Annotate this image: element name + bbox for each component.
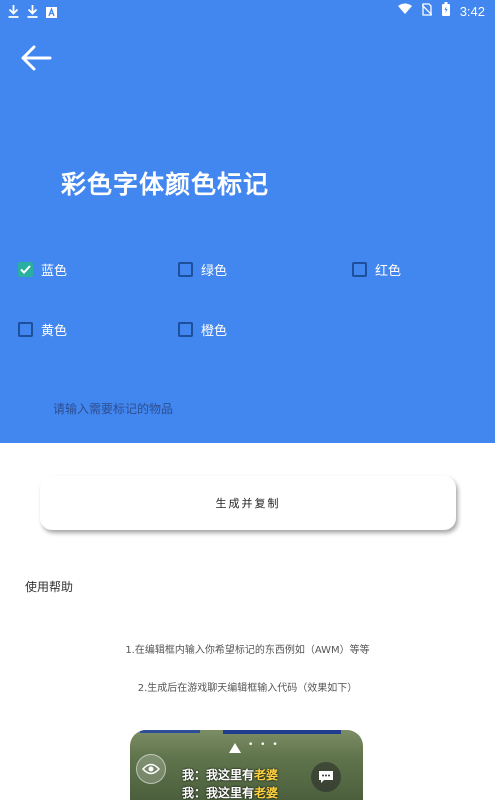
- checkbox-label: 红色: [375, 264, 402, 279]
- eye-icon: [136, 754, 166, 784]
- checkbox-blue[interactable]: 蓝色: [18, 260, 67, 279]
- arrow-left-icon: [21, 45, 52, 71]
- checkbox-unchecked-icon: [178, 262, 193, 277]
- hud-bar: [140, 730, 200, 733]
- checkbox-label: 橙色: [201, 324, 228, 339]
- help-line: 1.在编辑框内输入你希望标记的东西例如（AWM）等等: [125, 645, 370, 656]
- chat-line: 我：我这里有老婆: [182, 768, 279, 782]
- clock: 3:42: [459, 3, 485, 19]
- checkbox-label: 黄色: [41, 324, 68, 339]
- hud-bar: [223, 730, 341, 734]
- chat-bubble-icon: [311, 762, 341, 792]
- checkbox-unchecked-icon: [18, 322, 33, 337]
- download-icon: [27, 3, 38, 22]
- help-line: 2.生成后在游戏聊天编辑框输入代码（效果如下）: [137, 683, 358, 694]
- checkbox-orange[interactable]: 橙色: [178, 320, 227, 339]
- wifi-icon: [397, 3, 412, 19]
- help-title: 使用帮助: [25, 580, 74, 594]
- item-input[interactable]: [40, 394, 460, 424]
- page-title: 彩色字体颜色标记: [61, 170, 270, 199]
- example-game-image: • • • 我：我这里有老婆 我：我这里有老婆: [130, 730, 363, 800]
- download-icon: [8, 3, 19, 22]
- checkbox-label: 蓝色: [41, 264, 68, 279]
- battery-icon: [441, 2, 450, 20]
- checkbox-red[interactable]: 红色: [352, 260, 401, 279]
- chat-line: 我：我这里有老婆: [182, 786, 279, 800]
- checkbox-yellow[interactable]: 黄色: [18, 320, 67, 339]
- back-button[interactable]: [18, 42, 54, 74]
- status-bar: 3:42: [0, 0, 495, 22]
- text-a-icon: [46, 3, 57, 22]
- checkbox-unchecked-icon: [352, 262, 367, 277]
- header-panel: 彩色字体颜色标记 蓝色 绿色 红色 黄色 橙色: [0, 22, 495, 443]
- no-sim-icon: [421, 2, 433, 20]
- checkbox-green[interactable]: 绿色: [178, 260, 227, 279]
- hud-dots: • • •: [248, 740, 280, 750]
- checkbox-unchecked-icon: [178, 322, 193, 337]
- item-input-wrapper: [40, 394, 460, 424]
- warning-triangle-icon: [229, 743, 241, 753]
- generate-copy-button[interactable]: 生成并复制: [40, 476, 456, 530]
- checkbox-label: 绿色: [201, 264, 228, 279]
- checkbox-checked-icon: [18, 262, 33, 277]
